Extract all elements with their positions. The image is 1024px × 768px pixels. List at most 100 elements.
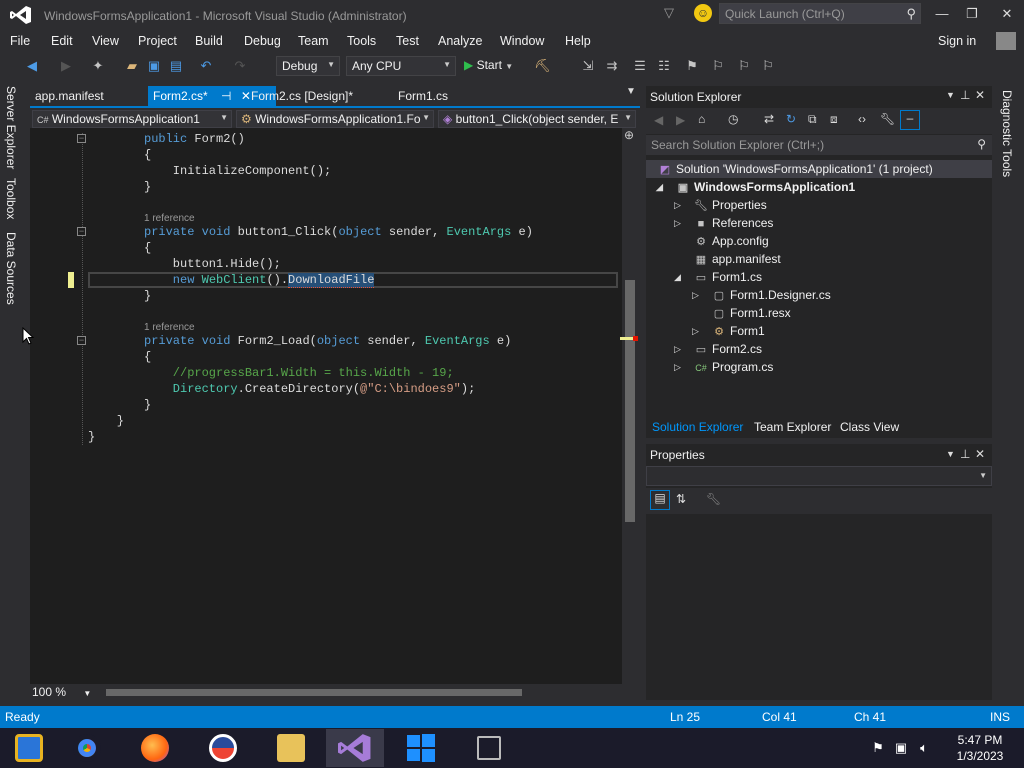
code-line[interactable]: } (144, 179, 151, 195)
pin-icon[interactable]: ⊥ (960, 88, 970, 102)
new-project-icon[interactable]: ✦ (90, 58, 106, 74)
tree-item-program-cs[interactable]: ▷ C# Program.cs (674, 358, 773, 376)
solution-configuration-dropdown[interactable]: Debug ▼ (276, 56, 340, 76)
collapsed-arrow-icon[interactable]: ▷ (674, 214, 684, 232)
start-debugging-button[interactable]: ▶ Start ▼ (464, 58, 513, 72)
tab-form1-cs[interactable]: Form1.cs (393, 86, 453, 106)
collapse-toggle[interactable]: − (77, 134, 86, 143)
taskbar-app-media-icon[interactable] (0, 729, 58, 767)
menu-project[interactable]: Project (138, 34, 177, 48)
collapsed-arrow-icon[interactable]: ▷ (692, 286, 702, 304)
tab-list-dropdown-icon[interactable]: ▼ (626, 86, 636, 97)
action-center-flag-icon[interactable]: ⚑ (870, 740, 886, 756)
bookmark-icon[interactable]: ⚑ (684, 58, 700, 74)
tree-item-references[interactable]: ▷ ■ References (674, 214, 773, 232)
code-line[interactable]: { (144, 240, 151, 256)
panel-menu-icon[interactable]: ▼ (946, 90, 955, 100)
taskbar-visual-studio-icon[interactable] (326, 729, 384, 767)
taskbar-chrome-icon[interactable] (58, 729, 116, 767)
collapse-toggle[interactable]: − (77, 336, 86, 345)
taskbar-task-view-icon[interactable] (460, 729, 518, 767)
zoom-level-dropdown[interactable]: 100 % ▼ (32, 685, 92, 701)
menu-tools[interactable]: Tools (347, 34, 376, 48)
tab-solution-explorer[interactable]: Solution Explorer (648, 418, 747, 436)
pin-icon[interactable]: ⊣ (221, 89, 231, 103)
menu-edit[interactable]: Edit (51, 34, 73, 48)
class-dropdown[interactable]: ⚙ WindowsFormsApplication1.Fo ▼ (236, 110, 434, 128)
menu-test[interactable]: Test (396, 34, 419, 48)
scrollbar-thumb[interactable] (625, 280, 635, 522)
editor-horizontal-scrollbar[interactable] (106, 689, 522, 696)
quick-launch-input[interactable]: Quick Launch (Ctrl+Q) ⚲ (719, 3, 921, 24)
minimize-button[interactable]: — (927, 4, 957, 24)
tree-item-form1-cs[interactable]: ◢ ▭ Form1.cs (674, 268, 762, 286)
code-line[interactable]: private void button1_Click(object sender… (144, 224, 533, 240)
menu-debug[interactable]: Debug (244, 34, 281, 48)
sync-icon[interactable]: ⇄ (764, 112, 774, 126)
notification-filter-icon[interactable]: ▽ (664, 5, 680, 21)
feedback-smiley-icon[interactable]: ☺ (694, 4, 712, 22)
expanded-arrow-icon[interactable]: ◢ (674, 268, 684, 286)
account-icon[interactable] (996, 32, 1016, 50)
taskbar-clock[interactable]: 5:47 PM 1/3/2023 (950, 732, 1010, 764)
tree-item-solution[interactable]: ◩ Solution 'WindowsFormsApplication1' (1 … (646, 160, 992, 178)
navigate-back-icon[interactable]: ◀ (24, 58, 40, 74)
expanded-arrow-icon[interactable]: ◢ (656, 178, 666, 196)
redo-icon[interactable]: ↷ (232, 58, 248, 74)
sign-in-link[interactable]: Sign in (938, 34, 976, 48)
menu-file[interactable]: File (10, 34, 30, 48)
menu-window[interactable]: Window (500, 34, 544, 48)
open-file-icon[interactable]: ▰ (124, 58, 140, 74)
code-editor[interactable] (30, 128, 622, 684)
back-icon[interactable]: ◀ (654, 113, 663, 127)
code-line[interactable]: { (144, 147, 151, 163)
collapse-all-icon[interactable]: ⧉ (808, 112, 817, 127)
restore-button[interactable]: ❐ (957, 4, 987, 24)
code-line[interactable]: InitializeComponent(); (144, 163, 331, 179)
collapsed-arrow-icon[interactable]: ▷ (674, 340, 684, 358)
view-code-icon[interactable]: ‹› (858, 112, 866, 126)
code-line[interactable]: new WebClient().DownloadFile (144, 272, 375, 288)
tree-item-form1-resx[interactable]: ▢ Form1.resx (712, 304, 791, 322)
volume-icon[interactable]: 🔈︎ (916, 740, 932, 756)
code-line[interactable]: button1.Hide(); (144, 256, 281, 272)
tree-item-app-manifest[interactable]: ▦ app.manifest (694, 250, 781, 268)
uncomment-lines-icon[interactable]: ☷ (656, 58, 672, 74)
property-pages-icon[interactable]: 🔧︎ (706, 492, 721, 506)
next-bookmark-icon[interactable]: ⚐ (736, 58, 752, 74)
collapsed-arrow-icon[interactable]: ▷ (674, 196, 684, 214)
tree-item-properties[interactable]: ▷ 🔧︎ Properties (674, 196, 767, 214)
split-editor-icon[interactable]: ⊕ (624, 128, 634, 142)
code-line[interactable]: } (88, 413, 124, 429)
collapsed-arrow-icon[interactable]: ▷ (692, 322, 702, 340)
code-line[interactable]: } (144, 397, 151, 413)
comment-lines-icon[interactable]: ☰ (632, 58, 648, 74)
save-all-icon[interactable]: ▤ (168, 58, 184, 74)
save-icon[interactable]: ▣ (146, 58, 162, 74)
solution-platform-dropdown[interactable]: Any CPU ▼ (346, 56, 456, 76)
tree-item-form1-class[interactable]: ▷ ⚙ Form1 (692, 322, 765, 340)
panel-menu-icon[interactable]: ▼ (946, 449, 955, 459)
alphabetical-icon[interactable]: ⇅ (676, 492, 686, 506)
member-dropdown[interactable]: ◈ button1_Click(object sender, E ▼ (438, 110, 636, 128)
forward-icon[interactable]: ▶ (676, 113, 685, 127)
navigate-forward-icon[interactable]: ▶ (58, 58, 74, 74)
solution-explorer-search-input[interactable]: Search Solution Explorer (Ctrl+;) ⚲ (646, 135, 992, 155)
tree-item-project[interactable]: ◢ ▣ WindowsFormsApplication1 (656, 178, 855, 196)
home-icon[interactable]: ⌂ (698, 112, 705, 126)
data-sources-tab[interactable]: Data Sources (4, 232, 18, 305)
collapse-toggle[interactable]: − (77, 227, 86, 236)
step-into-icon[interactable]: ⇲ (580, 58, 596, 74)
tab-app-manifest[interactable]: app.manifest (30, 86, 109, 106)
code-line[interactable]: public Form2() (144, 131, 245, 147)
clear-bookmarks-icon[interactable]: ⚐ (760, 58, 776, 74)
diagnostic-tools-tab[interactable]: Diagnostic Tools (1000, 90, 1014, 177)
code-comment[interactable]: //progressBar1.Width = this.Width - 19; (144, 365, 454, 381)
categorized-icon[interactable]: ▤ (650, 490, 670, 510)
properties-icon[interactable]: 🔧︎ (880, 112, 895, 126)
pending-changes-filter-icon[interactable]: ◷ (728, 112, 738, 126)
code-line[interactable]: } (88, 429, 95, 445)
code-line[interactable]: } (144, 288, 151, 304)
network-icon[interactable]: ▣ (893, 740, 909, 756)
menu-help[interactable]: Help (565, 34, 591, 48)
